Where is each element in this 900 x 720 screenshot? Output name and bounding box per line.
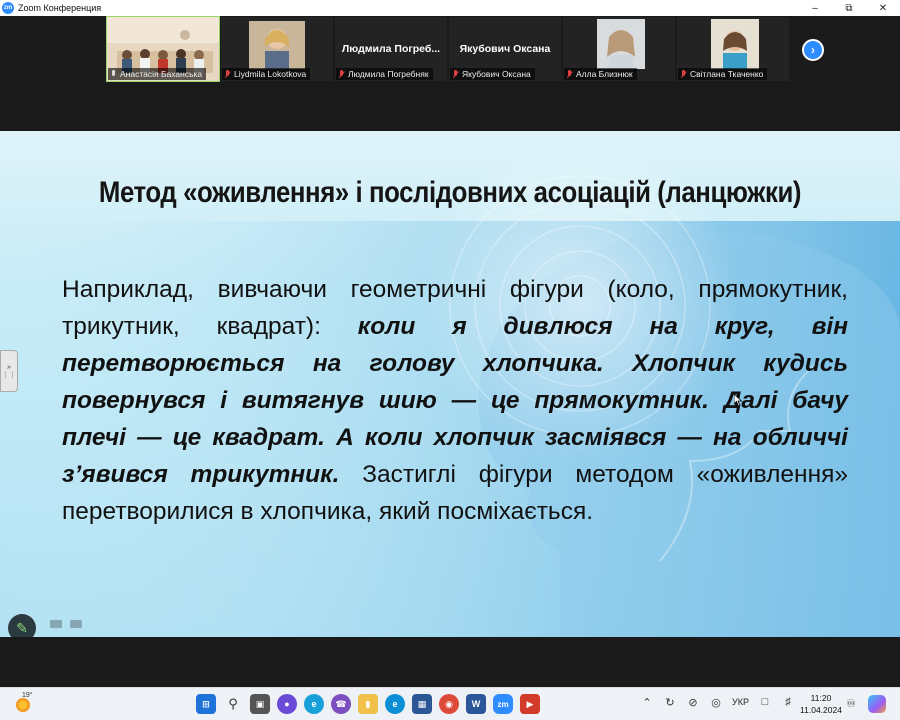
shared-screen: Метод «оживлення» і послідовних асоціаці… bbox=[0, 131, 900, 637]
microphone-muted-icon bbox=[566, 69, 573, 79]
participant-label: Алла Близнюк bbox=[564, 68, 637, 80]
viber-icon[interactable]: ☎ bbox=[331, 694, 351, 714]
participant-strip: Анастасія Баханська Liydmila Lokotkova Л… bbox=[0, 16, 900, 131]
volume-icon[interactable]: ♯ bbox=[781, 695, 795, 709]
zoom-window: zm Zoom Конференция – ⧉ ✕ Анастасія Баха… bbox=[0, 0, 900, 720]
slide-body-text: Наприклад, вивчаючи геометричні фігури (… bbox=[62, 271, 848, 530]
participant-tile[interactable]: Анастасія Баханська bbox=[106, 16, 220, 82]
windows-taskbar: 19° ⊞ ⚲ ▣ ● e ☎ ▮ e ▦ ◉ W zm ▶ ⌃ ↻ ⊘ ◎ У… bbox=[0, 687, 900, 720]
annotation-tools bbox=[50, 620, 82, 628]
participant-label: Світлана Ткаченко bbox=[678, 68, 768, 80]
media-app-icon[interactable]: ▶ bbox=[520, 694, 540, 714]
network-off-icon[interactable]: ⊘ bbox=[686, 695, 700, 709]
meeting-bottom-area bbox=[0, 637, 900, 687]
taskbar-clock[interactable]: 11:20 11.04.2024 bbox=[800, 692, 842, 716]
double-chevron-right-icon: » bbox=[7, 363, 11, 371]
participant-tile[interactable]: Людмила Погреб... Людмила Погребняк bbox=[335, 17, 447, 81]
search-icon[interactable]: ⚲ bbox=[223, 694, 243, 714]
participant-name: Алла Близнюк bbox=[576, 69, 633, 79]
eraser-icon[interactable] bbox=[50, 620, 62, 628]
input-language[interactable]: УКР bbox=[732, 697, 749, 707]
window-controls: – ⧉ ✕ bbox=[798, 0, 900, 16]
browser-icon[interactable]: e bbox=[304, 694, 324, 714]
participant-display-name: Людмила Погреб... bbox=[341, 43, 441, 55]
collapse-panel-handle[interactable]: » ⋮⋮ bbox=[0, 350, 18, 392]
close-icon[interactable]: ✕ bbox=[866, 0, 900, 16]
participant-name: Анастасія Баханська bbox=[120, 69, 203, 79]
microphone-muted-icon bbox=[680, 69, 687, 79]
participant-label: Liydmila Lokotkova bbox=[222, 68, 311, 80]
participant-name: Якубович Оксана bbox=[462, 69, 531, 79]
app-icon-text: zm bbox=[3, 5, 13, 11]
chevron-up-icon[interactable]: ⌃ bbox=[640, 695, 654, 709]
undo-icon[interactable] bbox=[70, 620, 82, 628]
participant-label: Якубович Оксана bbox=[450, 68, 535, 80]
microphone-muted-icon bbox=[338, 69, 345, 79]
monitor-icon[interactable]: □ bbox=[758, 695, 772, 709]
store-icon[interactable]: ▦ bbox=[412, 694, 432, 714]
microphone-icon bbox=[110, 69, 117, 79]
chevron-right-icon: › bbox=[811, 43, 815, 57]
slide-title: Метод «оживлення» і послідовних асоціаці… bbox=[98, 176, 802, 209]
chat-icon[interactable]: ● bbox=[277, 694, 297, 714]
copilot-icon[interactable] bbox=[868, 695, 886, 713]
grip-dots-icon: ⋮⋮ bbox=[2, 371, 16, 379]
word-icon[interactable]: W bbox=[466, 694, 486, 714]
task-view-icon[interactable]: ▣ bbox=[250, 694, 270, 714]
title-bar: zm Zoom Конференция – ⧉ ✕ bbox=[0, 0, 900, 16]
file-explorer-icon[interactable]: ▮ bbox=[358, 694, 378, 714]
zoom-taskbar-icon[interactable]: zm bbox=[493, 694, 513, 714]
minimize-icon[interactable]: – bbox=[798, 0, 832, 16]
system-tray: ⌃ ↻ ⊘ ◎ УКР □ ♯ bbox=[640, 695, 795, 709]
participant-display-name: Якубович Оксана bbox=[459, 43, 551, 55]
mouse-cursor-icon bbox=[734, 394, 742, 406]
clock-time: 11:20 bbox=[810, 693, 832, 703]
chrome-icon[interactable]: ◉ bbox=[439, 694, 459, 714]
participant-tile[interactable]: Liydmila Lokotkova bbox=[221, 17, 333, 81]
sync-icon[interactable]: ↻ bbox=[663, 695, 677, 709]
edge-icon[interactable]: e bbox=[385, 694, 405, 714]
participant-tile[interactable]: Алла Близнюк bbox=[563, 17, 675, 81]
participant-tile[interactable]: Якубович Оксана Якубович Оксана bbox=[449, 17, 561, 81]
next-participants-button[interactable]: › bbox=[802, 39, 824, 61]
restore-icon[interactable]: ⧉ bbox=[832, 0, 866, 16]
participant-tile[interactable]: Світлана Ткаченко bbox=[677, 17, 789, 81]
notification-bell-icon[interactable]: ♾ bbox=[846, 697, 856, 710]
weather-temperature: 19° bbox=[22, 692, 33, 699]
pencil-icon: ✎ bbox=[16, 619, 28, 636]
participant-name: Liydmila Lokotkova bbox=[234, 69, 307, 79]
microphone-icon[interactable]: ◎ bbox=[709, 695, 723, 709]
participant-name: Людмила Погребняк bbox=[348, 69, 429, 79]
microphone-muted-icon bbox=[452, 69, 459, 79]
windows-start-icon[interactable]: ⊞ bbox=[196, 694, 216, 714]
microphone-muted-icon bbox=[224, 69, 231, 79]
participant-label: Анастасія Баханська bbox=[108, 68, 207, 80]
participant-name: Світлана Ткаченко bbox=[690, 69, 764, 79]
clock-date: 11.04.2024 bbox=[800, 705, 842, 715]
window-title: Zoom Конференция bbox=[18, 3, 102, 13]
zoom-app-icon: zm bbox=[2, 2, 14, 14]
taskbar-pinned-apps: ⊞ ⚲ ▣ ● e ☎ ▮ e ▦ ◉ W zm ▶ bbox=[196, 694, 540, 714]
participant-label: Людмила Погребняк bbox=[336, 68, 433, 80]
